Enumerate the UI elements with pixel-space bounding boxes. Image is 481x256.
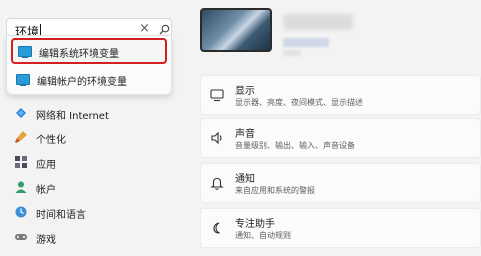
nav-label: 时间和语言: [36, 210, 86, 221]
card-title: 通知: [235, 174, 255, 185]
globe-clock-icon: [15, 206, 27, 218]
blurred-device-info: [283, 38, 329, 47]
nav-label: 个性化: [36, 135, 66, 146]
nav-item-time-language[interactable]: 时间和语言: [14, 204, 184, 222]
search-icon[interactable]: [159, 24, 170, 35]
nav-label: 帐户: [36, 185, 56, 196]
speaker-icon: [211, 131, 222, 145]
card-title: 声音: [235, 129, 255, 140]
search-result-edit-system-env[interactable]: 编辑系统环境变量: [11, 38, 167, 64]
close-icon[interactable]: ×: [139, 21, 150, 36]
card-title: 专注助手: [235, 219, 275, 230]
card-sound[interactable]: 声音 音量级别、输出、输入、声音设备: [200, 118, 481, 158]
nav-item-accounts[interactable]: 帐户: [14, 179, 184, 197]
network-icon: [16, 108, 26, 118]
result-label: 编辑系统环境变量: [39, 49, 119, 60]
nav-item-apps[interactable]: 应用: [14, 154, 184, 172]
nav-item-personalization[interactable]: 个性化: [14, 129, 184, 147]
card-subtitle: 通知、自动规则: [235, 231, 291, 240]
nav-label: 游戏: [36, 235, 56, 246]
apps-icon: [15, 156, 27, 168]
card-display[interactable]: 显示 显示器、亮度、夜间模式、显示描述: [200, 75, 481, 115]
card-subtitle: 显示器、亮度、夜间模式、显示描述: [235, 98, 363, 107]
result-label: 编辑帐户的环境变量: [37, 77, 127, 88]
control-panel-icon: [18, 46, 32, 58]
card-subtitle: 来自应用和系统的警报: [235, 186, 315, 195]
control-panel-icon: [16, 74, 30, 86]
card-title: 显示: [235, 86, 255, 97]
card-subtitle: 音量级别、输出、输入、声音设备: [235, 141, 355, 150]
moon-icon: [213, 222, 220, 234]
card-focus-assist[interactable]: 专注助手 通知、自动规则: [200, 208, 481, 248]
person-icon: [15, 181, 27, 193]
nav-item-network[interactable]: 网络和 Internet: [14, 105, 184, 123]
search-results-dropdown: 编辑系统环境变量 编辑帐户的环境变量: [6, 35, 172, 95]
monitor-icon: [210, 89, 224, 102]
search-result-edit-account-env[interactable]: 编辑帐户的环境变量: [11, 68, 167, 94]
nav-item-gaming[interactable]: 游戏: [14, 229, 184, 247]
nav-label: 网络和 Internet: [36, 111, 109, 122]
bell-icon: [210, 177, 224, 190]
brush-icon: [15, 131, 27, 143]
blurred-device-name: [283, 14, 353, 30]
card-notifications[interactable]: 通知 来自应用和系统的警报: [200, 163, 481, 203]
gamepad-icon: [15, 234, 27, 240]
blurred-device-detail: [283, 50, 301, 56]
profile-wallpaper-thumbnail[interactable]: [200, 8, 272, 52]
nav-label: 应用: [36, 160, 56, 171]
